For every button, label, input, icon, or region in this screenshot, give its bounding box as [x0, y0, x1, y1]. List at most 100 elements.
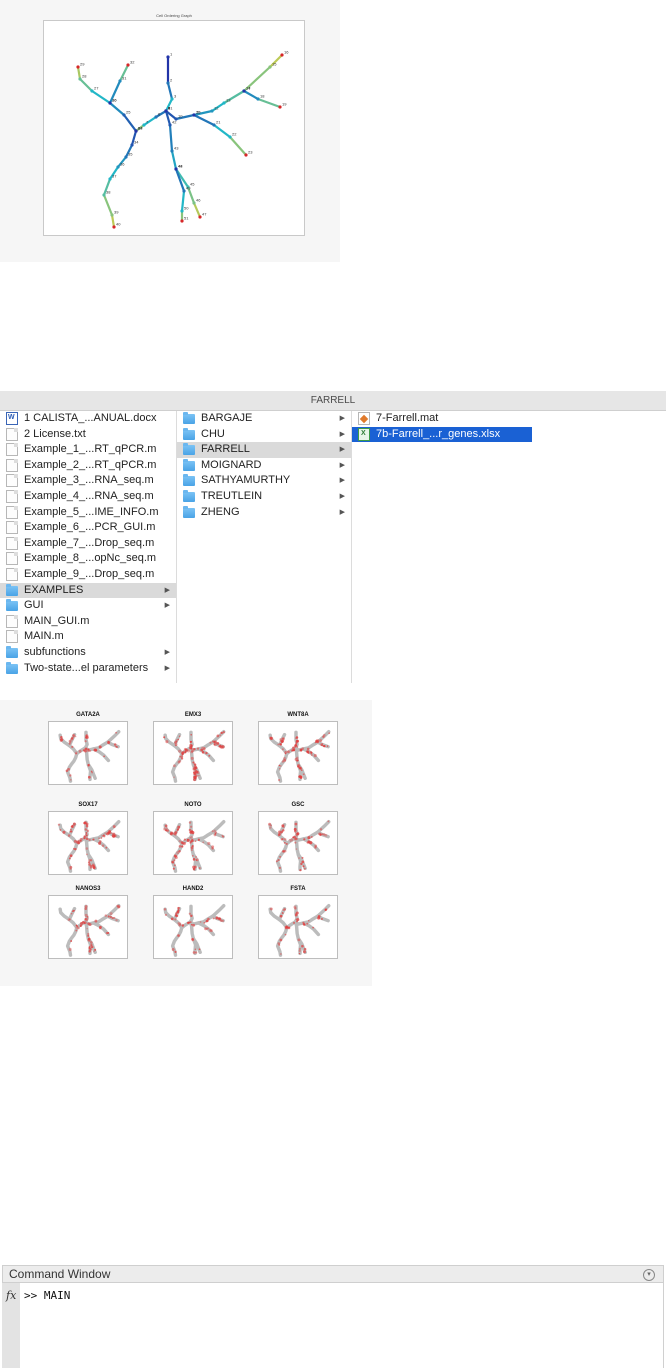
finder-column-2[interactable]: BARGAJE ▶ CHU ▶ FARRELL ▶ MOIGNARD ▶ SATHYAMURTH… — [177, 411, 352, 683]
expression-dot — [178, 749, 182, 753]
file-item[interactable]: Example_4_...RNA_seq.m — [0, 489, 176, 505]
disclosure-arrow-icon: ▶ — [339, 430, 345, 438]
finder-column-1[interactable]: 1 CALISTA_...ANUAL.docx 2 License.txt Exam… — [0, 411, 177, 683]
expression-dot — [294, 822, 298, 826]
expression-dot — [190, 756, 194, 760]
text-file-icon — [6, 458, 18, 472]
disclosure-arrow-icon: ▶ — [339, 477, 345, 485]
gene-plot — [258, 721, 338, 785]
expression-dot — [112, 825, 116, 828]
item-label: SATHYAMURTHY — [201, 474, 291, 487]
item-label: MOIGNARD — [201, 458, 262, 471]
tree-branch — [275, 841, 289, 873]
expression-dot — [296, 746, 299, 748]
file-item[interactable]: Example_7_...Drop_seq.m — [0, 536, 176, 552]
disclosure-arrow-icon: ▶ — [339, 508, 345, 516]
expression-dot — [84, 921, 87, 924]
folder-item[interactable]: SATHYAMURTHY ▶ — [177, 473, 351, 489]
folder-item[interactable]: FARRELL ▶ — [177, 442, 351, 458]
function-browser-icon[interactable]: fx — [6, 1289, 16, 1302]
gene-panel: NOTO — [153, 802, 233, 878]
expression-dot — [196, 747, 200, 750]
expression-dot — [87, 922, 90, 925]
node-label: 3 — [174, 94, 177, 99]
cell-ordering-graph-figure: Cell Ordering Graph 1 2 3 4 5 6 7 8 9 10 11 12 13 14 1… — [0, 0, 340, 262]
expression-dot — [107, 740, 110, 743]
file-item[interactable]: Example_6_...PCR_GUI.m — [0, 520, 176, 536]
finder-column-3[interactable]: 7-Farrell.mat 7b-Farrell_...r_genes.xlsx — [352, 411, 532, 683]
tree-branch — [188, 730, 226, 752]
expression-dot — [327, 820, 330, 823]
folder-item[interactable]: CHU ▶ — [177, 427, 351, 443]
graph-edge — [228, 135, 248, 157]
file-item[interactable]: 7b-Farrell_...r_genes.xlsx — [352, 426, 532, 443]
folder-item[interactable]: BARGAJE ▶ — [177, 411, 351, 427]
graph-edge — [192, 113, 216, 127]
folder-item[interactable]: Two-state...el parameters ▶ — [0, 661, 176, 677]
expression-dot — [297, 763, 300, 767]
expression-dot — [289, 840, 292, 843]
expression-dot — [93, 950, 95, 953]
file-item[interactable]: Example_9_...Drop_seq.m — [0, 567, 176, 583]
expression-dot — [60, 736, 63, 739]
expression-dot — [279, 738, 283, 741]
tree-branch — [170, 925, 184, 957]
folder-item[interactable]: EXAMPLES ▶ — [0, 582, 176, 599]
file-item[interactable]: MAIN_GUI.m — [0, 614, 176, 630]
expression-dot — [297, 938, 301, 942]
expression-dot — [280, 831, 283, 834]
command-input-line[interactable]: >> MAIN — [24, 1289, 70, 1302]
expression-dot — [104, 832, 107, 835]
expression-dot — [178, 923, 182, 927]
file-item[interactable]: 1 CALISTA_...ANUAL.docx — [0, 411, 176, 427]
expression-dot — [294, 841, 297, 844]
expression-dot — [87, 934, 90, 937]
folder-item[interactable]: TREUTLEIN ▶ — [177, 489, 351, 505]
file-item[interactable]: Example_5_...IME_INFO.m — [0, 505, 176, 521]
expression-dot — [85, 834, 88, 837]
folder-item[interactable]: GUI ▶ — [0, 598, 176, 614]
node-label: 29 — [80, 62, 85, 67]
expression-dot — [192, 951, 196, 954]
command-window[interactable]: Command Window ▾ fx >> MAIN — [0, 1265, 666, 1368]
expression-dot — [90, 941, 93, 944]
expression-dot — [181, 845, 184, 848]
expression-dot — [218, 917, 221, 920]
expression-dot — [103, 755, 105, 758]
text-file-icon — [6, 505, 18, 519]
file-item[interactable]: 7-Farrell.mat — [352, 411, 532, 427]
command-window-header: Command Window ▾ — [2, 1265, 664, 1283]
expression-dot — [279, 743, 282, 746]
expression-dot — [324, 833, 328, 837]
expression-dot — [75, 924, 78, 927]
expression-dot — [301, 860, 305, 864]
node-label: 27 — [94, 86, 99, 91]
expression-dot — [293, 835, 296, 839]
expression-dot — [207, 841, 211, 846]
folder-item[interactable]: ZHENG ▶ — [177, 505, 351, 521]
expression-dot — [279, 953, 282, 956]
expression-dot — [84, 905, 88, 908]
expression-dot — [211, 845, 215, 849]
expression-dot — [86, 927, 88, 930]
expression-dot — [84, 913, 88, 917]
node-label: 31 — [122, 76, 127, 81]
expression-dot — [90, 770, 93, 773]
file-item[interactable]: Example_8_...opNc_seq.m — [0, 551, 176, 567]
node-label: 50 — [184, 206, 189, 211]
expression-dot — [171, 861, 175, 864]
expression-dot — [165, 829, 168, 832]
expression-dot — [194, 948, 197, 950]
file-item[interactable]: MAIN.m — [0, 629, 176, 645]
folder-item[interactable]: MOIGNARD ▶ — [177, 458, 351, 474]
expression-dot — [282, 824, 285, 827]
folder-item[interactable]: subfunctions ▶ — [0, 645, 176, 661]
expression-dot — [177, 760, 181, 764]
expression-dot — [321, 918, 323, 920]
file-item[interactable]: Example_3_...RNA_seq.m — [0, 473, 176, 489]
file-item[interactable]: Example_1_...RT_qPCR.m — [0, 442, 176, 458]
file-item[interactable]: 2 License.txt — [0, 427, 176, 443]
chevron-down-icon[interactable]: ▾ — [643, 1269, 655, 1281]
file-item[interactable]: Example_2_...RT_qPCR.m — [0, 458, 176, 474]
expression-dot — [295, 848, 298, 850]
